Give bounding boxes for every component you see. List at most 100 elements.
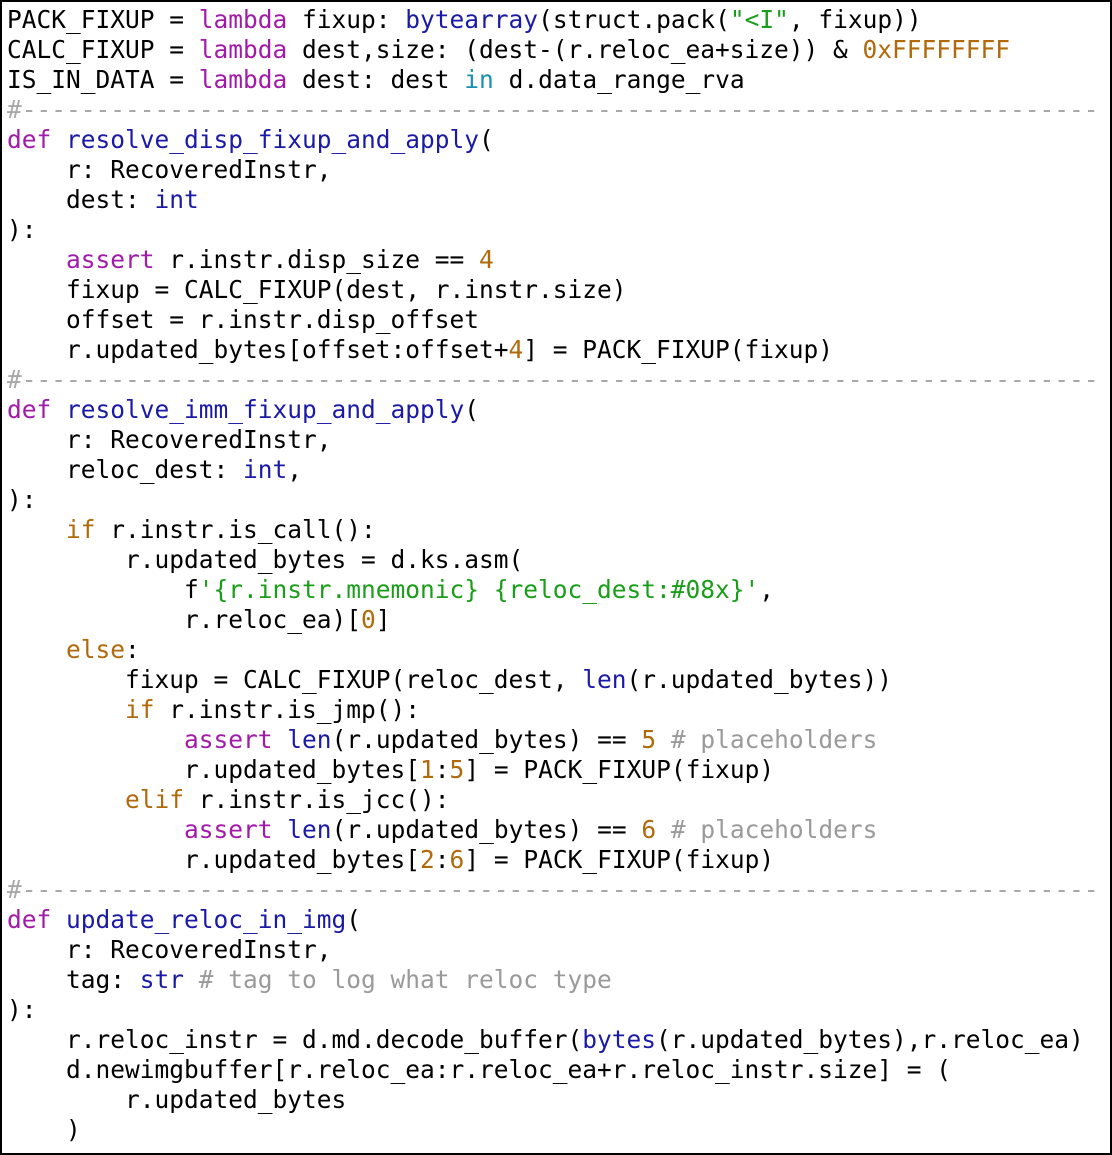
code-line: dest: int <box>7 185 1099 215</box>
code-token: 5 <box>641 725 657 754</box>
code-token: PACK_FIXUP = <box>7 5 199 34</box>
code-token: fixup = CALC_FIXUP(reloc_dest, <box>7 665 583 694</box>
code-token: ( <box>479 125 494 154</box>
code-token: int <box>243 455 288 484</box>
code-token: r.reloc_ea)[ <box>7 605 362 634</box>
code-token: dest: <box>7 185 155 214</box>
code-token: #---------------------------------------… <box>7 875 1099 904</box>
code-editor: PACK_FIXUP = lambda fixup: bytearray(str… <box>7 5 1099 1145</box>
code-token: 4 <box>479 245 494 274</box>
code-token: r.instr.is_call(): <box>95 515 376 544</box>
code-token: r.instr.disp_size == <box>154 245 480 274</box>
code-token: def <box>7 905 52 934</box>
code-token: resolve_imm_fixup_and_apply <box>66 395 465 424</box>
code-token: (r.updated_bytes),r.reloc_ea) <box>656 1025 1084 1054</box>
code-token: ): <box>7 995 37 1024</box>
code-token: #---------------------------------------… <box>7 95 1099 124</box>
code-token: 5 <box>449 755 465 784</box>
code-token: len <box>582 665 627 694</box>
code-token: (r.updated_bytes) == <box>331 815 642 844</box>
code-token: int <box>154 185 199 214</box>
code-line: #---------------------------------------… <box>7 365 1099 395</box>
code-token: elif <box>125 785 185 814</box>
code-line: ) <box>7 1115 1099 1145</box>
code-token: ( <box>464 395 480 424</box>
code-token: (r.updated_bytes) == <box>331 725 642 754</box>
code-line: def update_reloc_in_img( <box>7 905 1099 935</box>
code-line: r.updated_bytes = d.ks.asm( <box>7 545 1099 575</box>
code-line: r.updated_bytes[offset:offset+4] = PACK_… <box>7 335 1099 365</box>
code-line: def resolve_disp_fixup_and_apply( <box>7 125 1099 155</box>
code-token: 1 <box>420 755 435 784</box>
code-line: fixup = CALC_FIXUP(reloc_dest, len(r.upd… <box>7 665 1099 695</box>
code-token: fixup: <box>287 5 406 34</box>
code-line: r.reloc_ea)[0] <box>7 605 1099 635</box>
code-token: 0xFFFFFFFF <box>862 35 1011 64</box>
code-line: elif r.instr.is_jcc(): <box>7 785 1099 815</box>
code-token: assert <box>66 245 155 274</box>
code-line: assert r.instr.disp_size == 4 <box>7 245 1099 275</box>
code-line: r: RecoveredInstr, <box>7 425 1099 455</box>
code-token: r.updated_bytes <box>7 1085 347 1114</box>
code-line: r.reloc_instr = d.md.decode_buffer(bytes… <box>7 1025 1099 1055</box>
code-token: (struct.pack( <box>538 5 730 34</box>
code-line: r.updated_bytes[1:5] = PACK_FIXUP(fixup) <box>7 755 1099 785</box>
code-line: ): <box>7 485 1099 515</box>
code-line: r: RecoveredInstr, <box>7 155 1099 185</box>
code-token: f <box>7 575 199 604</box>
code-line: reloc_dest: int, <box>7 455 1099 485</box>
code-token: 6 <box>641 815 657 844</box>
code-token: : <box>125 635 140 664</box>
code-token: r.reloc_instr = d.md.decode_buffer( <box>7 1025 583 1054</box>
code-token: ] = PACK_FIXUP(fixup) <box>464 755 775 784</box>
code-token: dest: dest <box>287 65 465 94</box>
code-token: r: RecoveredInstr, <box>7 935 332 964</box>
code-line: PACK_FIXUP = lambda fixup: bytearray(str… <box>7 5 1099 35</box>
code-token: 6 <box>449 845 465 874</box>
code-token: : <box>434 845 450 874</box>
code-token: r.updated_bytes[ <box>7 845 421 874</box>
code-line: r.updated_bytes <box>7 1085 1099 1115</box>
code-token: tag: <box>7 965 140 994</box>
code-line: #---------------------------------------… <box>7 875 1099 905</box>
code-token: str <box>139 965 185 994</box>
code-token: ] = PACK_FIXUP(fixup) <box>523 335 834 364</box>
code-token: lambda <box>198 35 288 64</box>
code-token: if <box>66 515 96 544</box>
code-token: d.data_range_rva <box>493 65 745 94</box>
code-token: resolve_disp_fixup_and_apply <box>66 125 480 154</box>
code-token: update_reloc_in_img <box>66 905 347 934</box>
code-token: lambda <box>198 5 288 34</box>
code-token: assert <box>184 725 273 754</box>
code-token: len <box>287 815 332 844</box>
code-token: ) <box>7 1115 81 1144</box>
code-token: "<I" <box>729 5 789 34</box>
code-token: r.updated_bytes[offset:offset+ <box>7 335 509 364</box>
code-token: , <box>759 575 775 604</box>
code-line: if r.instr.is_call(): <box>7 515 1099 545</box>
code-token: ): <box>7 215 37 244</box>
code-token: 2 <box>420 845 435 874</box>
code-token: #---------------------------------------… <box>7 365 1099 394</box>
code-token: # placeholders <box>670 725 878 754</box>
code-token: fixup = CALC_FIXUP(dest, r.instr.size) <box>7 275 627 304</box>
code-line: assert len(r.updated_bytes) == 6 # place… <box>7 815 1099 845</box>
code-token: r.updated_bytes[ <box>7 755 421 784</box>
code-line: ): <box>7 995 1099 1025</box>
code-token: def <box>7 395 52 424</box>
code-line: f'{r.instr.mnemonic} {reloc_dest:#08x}', <box>7 575 1099 605</box>
code-token: 4 <box>508 335 524 364</box>
code-token: bytearray <box>405 5 539 34</box>
code-token: ] <box>375 605 391 634</box>
code-line: else: <box>7 635 1099 665</box>
code-line: assert len(r.updated_bytes) == 5 # place… <box>7 725 1099 755</box>
code-token: in <box>464 65 494 94</box>
code-token: assert <box>184 815 273 844</box>
